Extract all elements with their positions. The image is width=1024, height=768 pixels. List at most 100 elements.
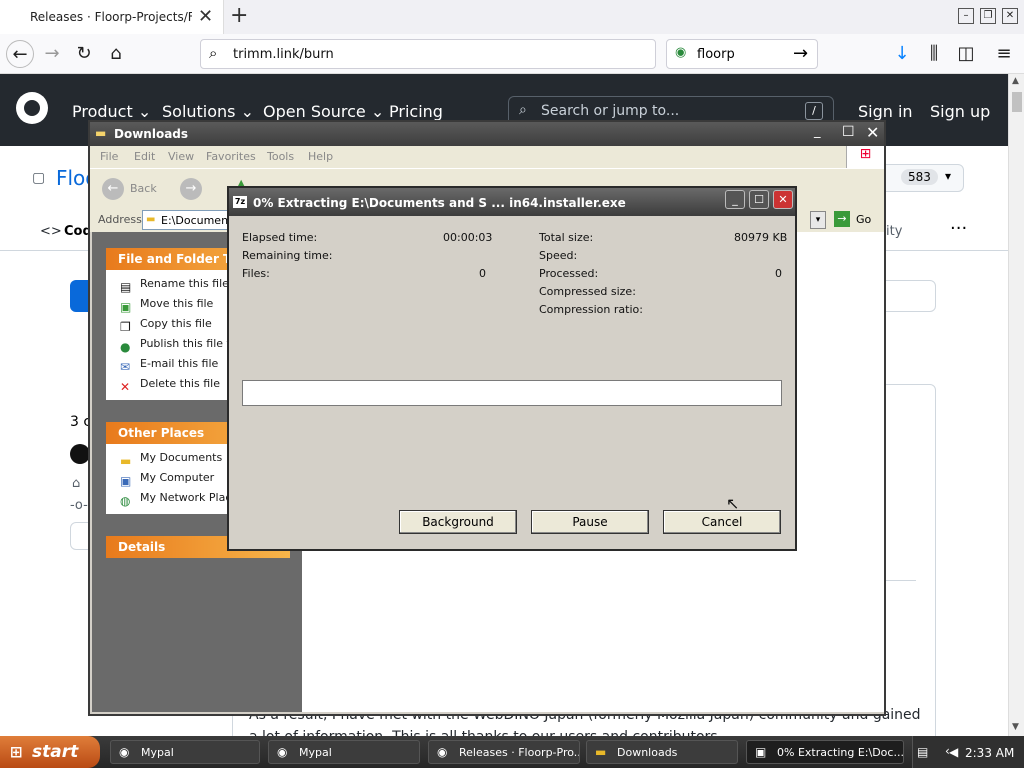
tab-security[interactable]: ity — [886, 224, 902, 239]
background-button[interactable]: Background — [399, 510, 517, 534]
browser-tab[interactable]: Releases · Floorp-Projects/Floorp ✕ — [0, 0, 224, 34]
github-logo-icon[interactable] — [16, 92, 48, 124]
scroll-up-icon[interactable]: ▲ — [1012, 76, 1019, 86]
maximize-icon[interactable]: ☐ — [749, 190, 769, 209]
close-window-icon[interactable]: ✕ — [1002, 8, 1018, 24]
remaining-label: Remaining time: — [242, 249, 333, 262]
close-tab-icon[interactable]: ✕ — [198, 6, 213, 27]
github-search-placeholder: Search or jump to... — [541, 103, 680, 119]
pause-button[interactable]: Pause — [531, 510, 649, 534]
files-label: Files: — [242, 267, 270, 280]
search-text: floorp — [697, 47, 735, 62]
new-tab-icon[interactable]: + — [230, 3, 248, 28]
scrollbar-thumb[interactable] — [1012, 92, 1022, 112]
taskbar-item-mypal-2[interactable]: ◉ Mypal — [268, 740, 420, 764]
search-engine-icon: ◉ — [675, 45, 687, 60]
nav-product[interactable]: Product ⌄ — [72, 102, 151, 121]
page-scrollbar[interactable]: ▲ ▼ — [1008, 74, 1024, 736]
7zip-icon: ▣ — [755, 745, 767, 759]
commit-icon: -o- — [70, 498, 88, 513]
processed-value: 0 — [775, 267, 782, 280]
search-bar[interactable]: ◉ floorp → — [666, 39, 818, 69]
explorer-title-bar[interactable]: ▬ Downloads _ ☐ ✕ — [90, 122, 884, 146]
browser-tab-bar: Releases · Floorp-Projects/Floorp ✕ + – … — [0, 0, 1024, 34]
restore-window-icon[interactable]: ❐ — [980, 8, 996, 24]
nav-solutions[interactable]: Solutions ⌄ — [162, 102, 254, 121]
minimize-icon[interactable]: _ — [725, 190, 745, 209]
clock: 2:33 AM — [965, 746, 1015, 760]
filter-input[interactable] — [880, 280, 936, 312]
close-icon[interactable]: ✕ — [773, 190, 793, 209]
scroll-down-icon[interactable]: ▼ — [1012, 722, 1019, 732]
compression-ratio-label: Compression ratio: — [539, 303, 643, 316]
search-go-arrow-icon[interactable]: → — [793, 43, 808, 64]
reload-icon[interactable]: ↻ — [70, 40, 98, 68]
menu-hamburger-icon[interactable]: ≡ — [990, 40, 1018, 68]
address-input[interactable]: ▬ E:\Document — [142, 210, 232, 230]
download-icon[interactable]: ↓ — [888, 40, 916, 68]
menu-edit[interactable]: Edit — [134, 150, 155, 163]
search-shortcut-key: / — [805, 102, 823, 120]
menu-tools[interactable]: Tools — [267, 150, 294, 163]
cancel-button[interactable]: Cancel — [663, 510, 781, 534]
volume-icon[interactable]: ◀ — [949, 745, 958, 759]
avatar[interactable] — [70, 444, 90, 464]
chevron-down-icon[interactable]: ▾ — [945, 169, 951, 183]
explorer-menu-bar: File Edit View Favorites Tools Help ⊞ — [90, 146, 884, 168]
taskbar-item-mypal-1[interactable]: ◉ Mypal — [110, 740, 260, 764]
minimize-icon[interactable]: _ — [814, 124, 821, 139]
more-icon[interactable]: ··· — [950, 218, 967, 239]
sidebar-icon[interactable]: ◫ — [952, 40, 980, 68]
menu-file[interactable]: File — [100, 150, 118, 163]
start-button[interactable]: ⊞ start — [0, 736, 100, 768]
sign-in-link[interactable]: Sign in — [858, 102, 913, 121]
elapsed-value: 00:00:03 — [443, 231, 493, 244]
browser-icon: ◉ — [437, 745, 448, 759]
maximize-icon[interactable]: ☐ — [842, 124, 855, 140]
total-size-label: Total size: — [539, 231, 594, 244]
menu-help[interactable]: Help — [308, 150, 333, 163]
home-icon[interactable]: ⌂ — [102, 40, 130, 68]
windows-flag-icon: ⊞ — [10, 743, 23, 761]
close-icon[interactable]: ✕ — [866, 123, 879, 142]
search-icon: ⌕ — [209, 44, 218, 62]
taskbar-item-downloads[interactable]: ▬ Downloads — [586, 740, 738, 764]
dialog-title-bar[interactable]: 7z 0% Extracting E:\Documents and S ... … — [229, 188, 795, 216]
minimize-window-icon[interactable]: – — [958, 8, 974, 24]
forward-icon[interactable]: → — [180, 178, 202, 200]
code-icon: <> — [40, 224, 62, 239]
tab-title: Releases · Floorp-Projects/Floorp — [30, 10, 192, 24]
mypal-icon: ◉ — [119, 745, 130, 759]
url-bar[interactable]: ⌕ trimm.link/burn — [200, 39, 656, 69]
speed-label: Speed: — [539, 249, 578, 262]
nav-open-source[interactable]: Open Source ⌄ — [263, 102, 384, 121]
taskbar-item-releases[interactable]: ◉ Releases · Floorp-Pro... — [428, 740, 580, 764]
back-arrow-icon[interactable]: ← — [6, 40, 34, 68]
menu-favorites[interactable]: Favorites — [206, 150, 256, 163]
elapsed-label: Elapsed time: — [242, 231, 318, 244]
back-icon[interactable]: ← — [102, 178, 124, 200]
star-count: 583 — [901, 169, 938, 185]
forward-arrow-icon[interactable]: → — [38, 40, 66, 68]
repo-icon: ▢ — [32, 170, 46, 186]
back-label[interactable]: Back — [130, 182, 157, 195]
address-dropdown-icon[interactable]: ▾ — [810, 211, 826, 229]
explorer-title: Downloads — [114, 127, 189, 141]
processed-label: Processed: — [539, 267, 599, 280]
delete-icon: ✕ — [120, 380, 131, 394]
go-arrow-icon[interactable]: → — [834, 211, 850, 227]
extraction-dialog: 7z 0% Extracting E:\Documents and S ... … — [227, 186, 797, 551]
taskbar-item-extracting[interactable]: ▣ 0% Extracting E:\Doc... — [746, 740, 904, 764]
library-icon[interactable]: ⫼ — [920, 40, 948, 68]
mypal-icon: ◉ — [277, 745, 288, 759]
keyboard-icon[interactable]: ▤ — [917, 745, 928, 759]
folder-icon: ▬ — [595, 745, 607, 759]
compressed-size-label: Compressed size: — [539, 285, 636, 298]
mouse-cursor-icon: ↖ — [726, 494, 740, 513]
menu-view[interactable]: View — [168, 150, 194, 163]
progress-bar — [242, 380, 782, 406]
nav-pricing[interactable]: Pricing — [389, 102, 443, 121]
sign-up-button[interactable]: Sign up — [930, 102, 990, 121]
go-button[interactable]: Go — [856, 213, 871, 226]
files-value: 0 — [479, 267, 486, 280]
